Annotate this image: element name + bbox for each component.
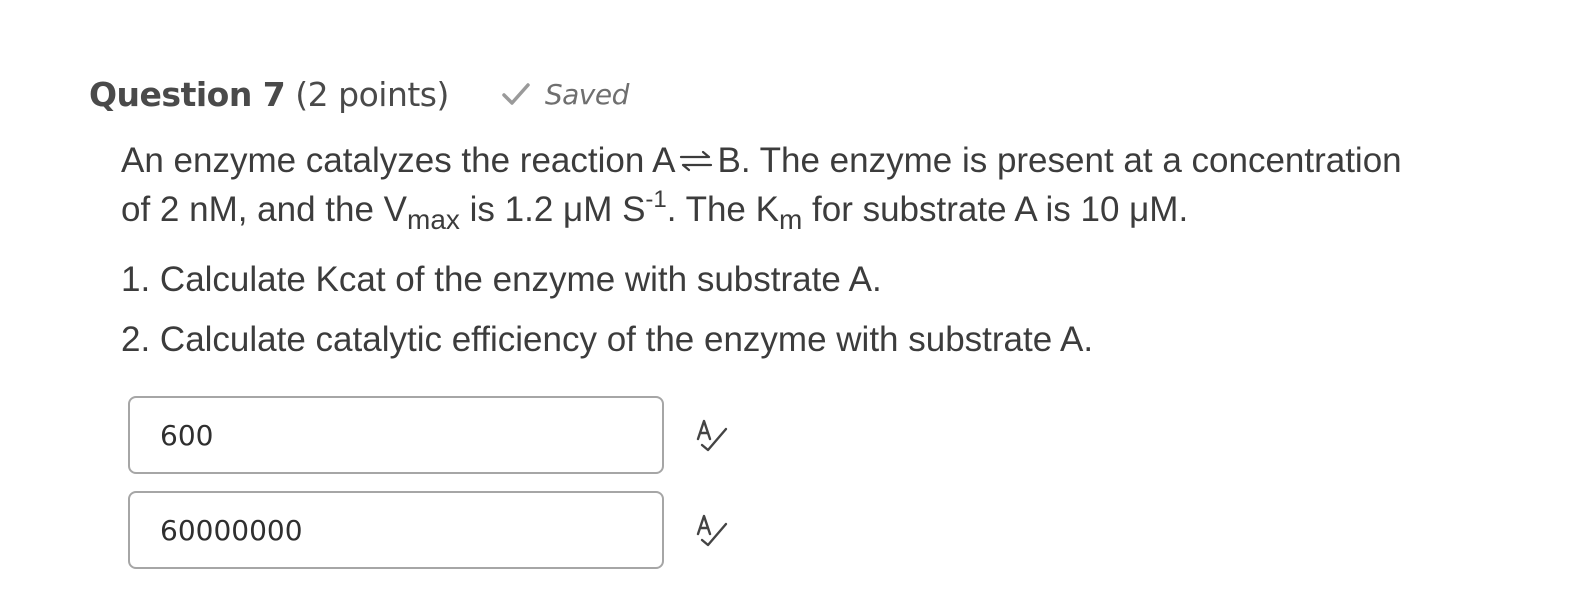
answer-row-1: [128, 396, 732, 474]
spellcheck-icon[interactable]: [692, 415, 732, 455]
prompt-text: . The K: [666, 190, 779, 229]
saved-label: Saved: [544, 77, 630, 111]
unit-superscript: -1: [645, 186, 667, 213]
question-title: Question 7 (2 points): [89, 75, 449, 114]
question-header: Question 7 (2 points) Saved: [89, 66, 629, 122]
km-subscript: m: [778, 204, 803, 235]
prompt-text: of 2 nM, and the V: [121, 190, 408, 229]
prompt-line-2: of 2 nM, and the Vmax is 1.2 μM S-1. The…: [121, 185, 1561, 234]
answer-input-2[interactable]: [160, 513, 640, 547]
equilibrium-arrow-icon: [680, 150, 713, 172]
question-prompt: An enzyme catalyzes the reaction A B. Th…: [121, 136, 1561, 234]
question-points: (2 points): [295, 74, 449, 114]
answer-row-2: [128, 491, 732, 569]
prompt-text: for substrate A is 10 μM.: [802, 190, 1189, 229]
answer-box-1[interactable]: [128, 396, 664, 474]
task-list: 1. Calculate Kcat of the enzyme with sub…: [121, 256, 1093, 376]
spellcheck-icon[interactable]: [692, 510, 732, 550]
question-label: Question 7: [89, 74, 286, 114]
prompt-text: B. The enzyme is present at a concentrat…: [717, 141, 1402, 180]
prompt-text: is 1.2 μM S: [459, 190, 646, 229]
checkmark-icon: [502, 83, 530, 105]
task-item-2: 2. Calculate catalytic efficiency of the…: [121, 320, 1094, 359]
prompt-line-1: An enzyme catalyzes the reaction A B. Th…: [121, 136, 1561, 185]
answer-input-1[interactable]: [160, 418, 640, 452]
prompt-text: An enzyme catalyzes the reaction A: [121, 141, 676, 180]
saved-status: Saved: [501, 78, 629, 111]
answer-box-2[interactable]: [128, 491, 664, 569]
vmax-subscript: max: [407, 204, 460, 235]
task-item-1: 1. Calculate Kcat of the enzyme with sub…: [121, 260, 882, 299]
